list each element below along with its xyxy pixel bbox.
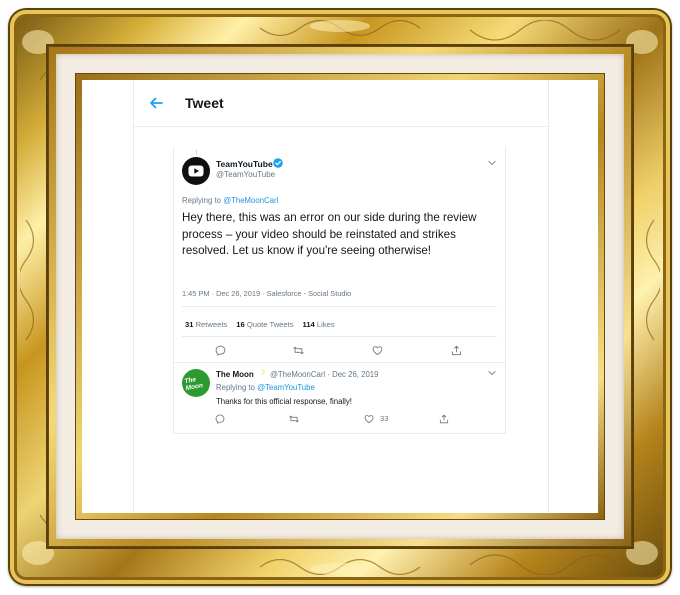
tweet-screenshot: Tweet TeamYouTube @TeamYouTube Replying … <box>82 80 598 513</box>
tweet-page: Tweet TeamYouTube @TeamYouTube Replying … <box>133 80 549 513</box>
share-icon[interactable] <box>451 345 462 356</box>
divider <box>182 336 497 337</box>
reply-author-handle[interactable]: @TheMoonCarl · Dec 26, 2019 <box>270 370 378 379</box>
reply-text: Thanks for this official response, final… <box>216 397 352 406</box>
reply-icon[interactable] <box>215 345 226 356</box>
quotes-count: 16 <box>236 320 245 329</box>
quotes-label: Quote Tweets <box>246 320 294 329</box>
like-icon[interactable] <box>372 345 383 356</box>
like-count: 33 <box>380 414 389 423</box>
divider <box>174 433 505 434</box>
replying-prefix: Replying to <box>216 383 256 392</box>
mention-link[interactable]: @TheMoonCarl <box>223 196 278 205</box>
likes-count: 114 <box>302 320 315 329</box>
retweets-count: 31 <box>185 320 194 329</box>
replying-to: Replying to @TeamYouTube <box>216 383 315 392</box>
page-header: Tweet <box>134 80 548 127</box>
reply-tweet[interactable]: The Moon The Moon ☽ @TheMoonCarl · Dec 2… <box>174 362 505 432</box>
youtube-logo-icon <box>188 165 204 177</box>
chevron-down-icon[interactable] <box>488 160 496 166</box>
reply-icon[interactable] <box>215 414 225 424</box>
mention-link[interactable]: @TeamYouTube <box>257 383 315 392</box>
avatar-text: The Moon <box>183 376 204 393</box>
thread-line <box>196 150 197 155</box>
replying-to: Replying to @TheMoonCarl <box>182 196 278 205</box>
likes-label: Likes <box>316 320 335 329</box>
likes-stat[interactable]: 114 Likes <box>303 320 335 329</box>
replying-prefix: Replying to <box>182 196 222 205</box>
retweet-icon[interactable] <box>289 414 299 424</box>
chevron-down-icon[interactable] <box>488 370 496 376</box>
author-name[interactable]: TeamYouTube <box>216 159 273 169</box>
retweets-label: Retweets <box>195 320 228 329</box>
tweet-timestamp[interactable]: 1:45 PM · Dec 26, 2019 · Salesforce - So… <box>182 289 351 298</box>
divider <box>182 306 497 307</box>
reply-author-name[interactable]: The Moon <box>216 370 254 379</box>
back-arrow-icon[interactable] <box>148 95 164 111</box>
quote-tweets-stat[interactable]: 16 Quote Tweets <box>236 320 293 329</box>
retweet-icon[interactable] <box>293 345 304 356</box>
like-icon[interactable] <box>364 414 374 424</box>
avatar[interactable] <box>182 157 210 185</box>
crescent-moon-icon: ☽ <box>258 368 266 377</box>
page-title: Tweet <box>185 95 224 111</box>
reply-avatar[interactable]: The Moon <box>182 369 210 397</box>
tweet-text: Hey there, this was an error on our side… <box>182 211 477 257</box>
verified-badge-icon <box>273 158 283 168</box>
tweet-stats: 31 Retweets 16 Quote Tweets 114 Likes <box>185 320 335 329</box>
tweet-card: TeamYouTube @TeamYouTube Replying to @Th… <box>173 146 506 434</box>
share-icon[interactable] <box>439 414 449 424</box>
author-handle[interactable]: @TeamYouTube <box>216 170 275 179</box>
retweets-stat[interactable]: 31 Retweets <box>185 320 227 329</box>
